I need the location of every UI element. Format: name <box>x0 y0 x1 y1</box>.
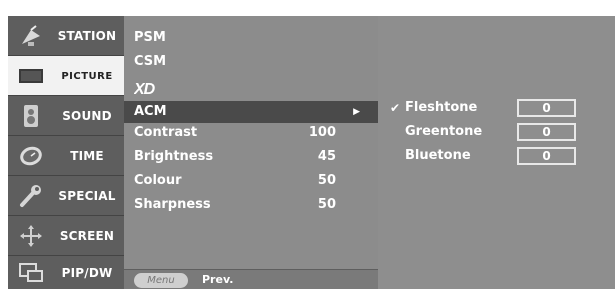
menu-item-label: CSM <box>134 54 167 69</box>
sidebar-item-label: PIP/DW <box>61 265 113 280</box>
setting-label: Brightness <box>134 149 214 164</box>
sidebar-item-picture[interactable]: PICTURE <box>8 56 124 96</box>
main-menu-sidebar: STATION PICTURE SOUND TIME SPECIAL SCREE… <box>8 16 124 289</box>
acm-submenu-panel: ✔ Fleshtone 0 Greentone 0 Bluetone 0 <box>378 16 615 289</box>
tone-value-box[interactable]: 0 <box>517 123 576 141</box>
tone-row-greentone[interactable]: Greentone 0 <box>378 121 615 143</box>
setting-contrast[interactable]: Contrast 100 <box>124 122 378 144</box>
menu-item-psm[interactable]: PSM <box>124 27 378 49</box>
setting-label: Contrast <box>134 125 198 140</box>
picture-menu-panel: PSM CSM XD ACM ▶ Contrast 100 Brightness… <box>124 16 378 289</box>
submenu-arrow-icon: ▶ <box>353 107 360 117</box>
menu-button[interactable]: Menu <box>134 273 188 288</box>
xd-logo-icon: XD <box>134 81 157 95</box>
tone-value-box[interactable]: 0 <box>517 99 576 117</box>
tone-value-box[interactable]: 0 <box>517 147 576 165</box>
check-icon: ✔ <box>390 101 401 115</box>
tone-label: Bluetone <box>405 148 471 163</box>
setting-value: 45 <box>317 149 336 164</box>
sidebar-item-pip-dw[interactable]: PIP/DW <box>8 256 124 289</box>
menu-item-xd[interactable]: XD <box>134 79 168 97</box>
screen-adjust-icon <box>18 224 44 248</box>
sidebar-item-label: SPECIAL <box>58 189 116 203</box>
clock-icon <box>18 144 44 168</box>
setting-colour[interactable]: Colour 50 <box>124 170 378 192</box>
setting-brightness[interactable]: Brightness 45 <box>124 146 378 168</box>
sidebar-item-label: PICTURE <box>61 70 113 82</box>
tone-label: Greentone <box>405 124 483 139</box>
tone-row-bluetone[interactable]: Bluetone 0 <box>378 145 615 167</box>
sidebar-item-screen[interactable]: SCREEN <box>8 216 124 256</box>
svg-text:XD: XD <box>134 81 156 95</box>
tv-menu-screen: STATION PICTURE SOUND TIME SPECIAL SCREE… <box>0 0 615 289</box>
menu-item-label: PSM <box>134 30 166 45</box>
menu-item-label: ACM <box>134 104 167 119</box>
tv-screen-icon <box>18 64 44 88</box>
menu-footer: Menu Prev. <box>124 269 378 289</box>
wrench-icon <box>18 184 44 208</box>
picture-in-picture-icon <box>18 261 44 285</box>
sidebar-item-special[interactable]: SPECIAL <box>8 176 124 216</box>
setting-value: 100 <box>308 125 336 140</box>
satellite-dish-icon <box>18 24 44 48</box>
menu-item-acm[interactable]: ACM ▶ <box>124 101 378 123</box>
setting-value: 50 <box>317 197 336 212</box>
sidebar-item-station[interactable]: STATION <box>8 16 124 56</box>
sidebar-item-label: SOUND <box>62 109 112 123</box>
sidebar-item-label: STATION <box>57 29 117 43</box>
menu-item-csm[interactable]: CSM <box>124 51 378 73</box>
sidebar-item-label: TIME <box>70 149 104 163</box>
sidebar-item-sound[interactable]: SOUND <box>8 96 124 136</box>
prev-label: Prev. <box>202 273 234 286</box>
setting-label: Colour <box>134 173 182 188</box>
setting-sharpness[interactable]: Sharpness 50 <box>124 194 378 216</box>
tone-label: Fleshtone <box>405 100 478 115</box>
setting-value: 50 <box>317 173 336 188</box>
tone-row-fleshtone[interactable]: ✔ Fleshtone 0 <box>378 97 615 119</box>
setting-label: Sharpness <box>134 197 211 212</box>
sidebar-item-label: SCREEN <box>59 229 115 243</box>
speaker-icon <box>18 104 44 128</box>
sidebar-item-time[interactable]: TIME <box>8 136 124 176</box>
